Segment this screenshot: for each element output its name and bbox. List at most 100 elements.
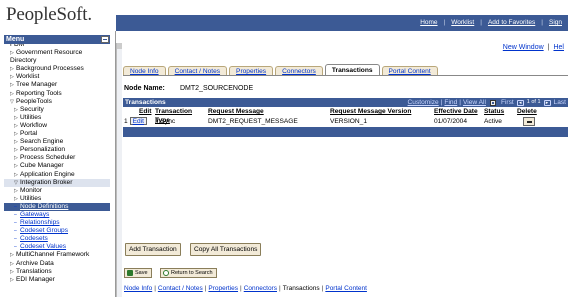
menu-item[interactable]: ▽ Integration Broker [4, 178, 110, 187]
minimize-icon[interactable] [101, 36, 109, 43]
download-icon[interactable] [489, 99, 496, 106]
next-icon[interactable]: ▸ [543, 99, 551, 106]
menu-item[interactable]: ▷ Search Engine [4, 138, 110, 146]
menu-item[interactable]: – Codeset Groups [4, 227, 110, 235]
menu-item-label: Workflow [20, 121, 47, 129]
menu-item[interactable]: ▷ Process Scheduler [4, 154, 110, 162]
column-header-request-message[interactable]: Request Message [207, 107, 329, 116]
menu-item-label: Utilities [20, 113, 42, 121]
bottom-link-node-info[interactable]: Node Info [124, 285, 152, 292]
menu-item[interactable]: ▷ Background Processes [4, 65, 110, 73]
menu-item[interactable]: ▷ Personalization [4, 146, 110, 154]
menu-item-label: Gateways [20, 210, 50, 218]
menu-item-label: EDI Manager [16, 275, 55, 283]
peoplesoft-logo: PeopleSoft. [6, 4, 92, 25]
menu-item[interactable]: – Node Definitions [4, 202, 110, 211]
grid-column-headers: Edit Transaction Type Request Message Re… [123, 107, 568, 124]
delete-cell [516, 116, 556, 127]
menu-list: FDM ▷ Government Resource Directory ▷ Backgro… [4, 41, 110, 284]
home-link[interactable]: Home [414, 19, 443, 26]
bottom-link-portal-content[interactable]: Portal Content [325, 285, 367, 292]
bottom-link-contact-notes[interactable]: Contact / Notes [158, 285, 203, 292]
menu-item[interactable]: ▷ Government Resource [4, 49, 110, 57]
menu-item[interactable]: ▷ Reporting Tools [4, 90, 110, 98]
transaction-type-cell: InSync [155, 118, 176, 125]
menu-item[interactable]: ▷ Translations [4, 268, 110, 276]
edit-button[interactable]: Edit [129, 117, 147, 125]
menu-item[interactable]: ▷ Worklist [4, 73, 110, 81]
tab-portal-content[interactable]: Portal Content [381, 66, 438, 75]
menu-item-label: Integration Broker [20, 178, 73, 186]
tab-properties[interactable]: Properties [229, 66, 274, 75]
first-link[interactable]: First [499, 98, 516, 107]
menu-item[interactable]: ▷ Workflow [4, 122, 110, 130]
worklist-link[interactable]: Worklist [445, 19, 480, 26]
menu-item-label: Application Engine [20, 170, 75, 178]
save-button[interactable]: Save [124, 268, 152, 278]
menu-item-label: Codeset Groups [20, 227, 69, 235]
menu-item[interactable]: ▷ MultiChannel Framework [4, 251, 110, 259]
column-header-transaction-type[interactable]: Transaction Type [151, 107, 207, 124]
menu-item[interactable]: ▷ EDI Manager [4, 276, 110, 284]
grid-tools: Customize | Find | View All First ◂ 1 of… [406, 98, 568, 107]
column-header-delete: Delete [517, 108, 537, 115]
edit-cell: 1 Edit [123, 116, 151, 127]
menu-item[interactable]: – Codesets [4, 235, 110, 243]
request-message-cell: DMT2_REQUEST_MESSAGE [208, 118, 298, 125]
last-link[interactable]: Last [552, 98, 568, 107]
grid-footer [123, 127, 568, 137]
bottom-link-connectors[interactable]: Connectors [244, 285, 277, 292]
menu-scrollbar[interactable] [116, 43, 122, 297]
menu-item[interactable]: ▷ Utilities [4, 114, 110, 122]
tab-connectors[interactable]: Connectors [275, 66, 323, 75]
menu-item[interactable]: ▷ Archive Data [4, 260, 110, 268]
menu-item[interactable]: ▷ Security [4, 106, 110, 114]
search-icon [163, 270, 169, 276]
column-header-request-message-version[interactable]: Request Message Version [329, 107, 433, 116]
tab-contact-notes[interactable]: Contact / Notes [167, 66, 228, 75]
new-window-link[interactable]: New Window [499, 44, 548, 51]
node-name-label: Node Name: [124, 85, 165, 92]
menu-item[interactable]: – Relationships [4, 219, 110, 227]
find-link[interactable]: Find [442, 98, 459, 107]
tab-divider [123, 75, 568, 76]
menu-item[interactable]: – Codeset Values [4, 243, 110, 251]
menu-item[interactable]: Directory [4, 57, 110, 65]
toolbar-links: New Window | Hel [499, 44, 568, 51]
row-range: 1 of 1 [526, 99, 541, 105]
menu-item[interactable]: ▷ Portal [4, 130, 110, 138]
menu-item-label: Portal [20, 130, 38, 138]
menu-item-label: Government Resource [16, 49, 83, 57]
bottom-link-properties[interactable]: Properties [208, 285, 238, 292]
view-all-link[interactable]: View All [461, 98, 488, 107]
tab-transactions[interactable]: Transactions [324, 64, 380, 75]
help-link[interactable]: Hel [549, 44, 568, 51]
menu-item-label: PeopleTools [16, 97, 52, 105]
menu-item[interactable]: ▷ Cube Manager [4, 162, 110, 170]
menu-item[interactable]: ▷ Application Engine [4, 171, 110, 179]
sign-out-link[interactable]: Sign [543, 19, 568, 26]
previous-icon[interactable]: ◂ [516, 99, 524, 106]
menu-item-label: Node Definitions [20, 202, 69, 210]
scroll-up-icon[interactable] [117, 43, 122, 49]
menu-item[interactable]: – Gateways [4, 211, 110, 219]
menu-item[interactable]: ▽ PeopleTools [4, 98, 110, 106]
return-to-search-button[interactable]: Return to Search [160, 268, 217, 278]
add-transaction-button[interactable]: Add Transaction [125, 243, 181, 256]
add-to-favorites-link[interactable]: Add to Favorites [482, 19, 541, 26]
column-header-status[interactable]: Status [483, 107, 516, 116]
column-header-effective-date[interactable]: Effective Date [433, 107, 483, 116]
menu-item[interactable]: ▷ Monitor [4, 187, 110, 195]
customize-link[interactable]: Customize [406, 98, 441, 107]
copy-all-transactions-button[interactable]: Copy All Transactions [190, 243, 262, 256]
grid-header: Transactions Customize | Find | View All… [123, 98, 568, 107]
tab-node-info[interactable]: Node Info [123, 66, 166, 75]
menu-item-label: Worklist [16, 73, 40, 81]
menu-item-label: Reporting Tools [16, 89, 62, 97]
menu-item-label: Translations [16, 267, 52, 275]
delete-row-icon[interactable] [523, 117, 535, 126]
column-header-edit[interactable]: Edit [123, 107, 151, 116]
menu-item-label: Tree Manager [16, 81, 58, 89]
menu-item[interactable]: ▷ Utilities [4, 195, 110, 203]
menu-item[interactable]: ▷ Tree Manager [4, 81, 110, 89]
